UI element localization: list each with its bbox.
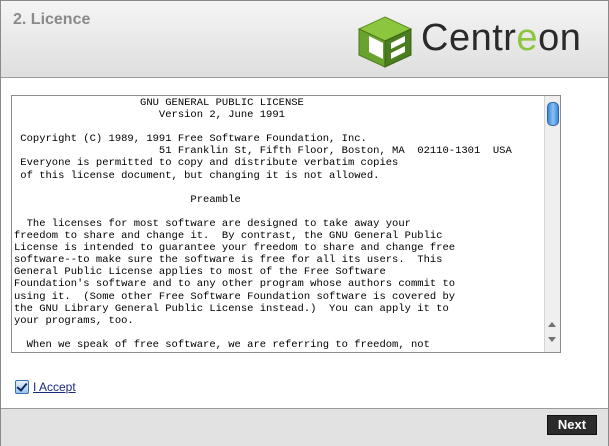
scroll-down-arrow-icon[interactable]	[548, 337, 556, 342]
license-textarea[interactable]: GNU GENERAL PUBLIC LICENSE Version 2, Ju…	[11, 95, 561, 353]
header: 2. Licence Centreon	[1, 1, 608, 78]
centreon-logo-icon	[357, 16, 413, 68]
accept-label[interactable]: I Accept	[33, 380, 76, 394]
accept-control[interactable]: I Accept	[15, 379, 76, 395]
scrollbar-thumb[interactable]	[547, 102, 559, 126]
setup-window: 2. Licence Centreon GNU GENERAL PUBLIC L…	[0, 0, 609, 446]
license-text: GNU GENERAL PUBLIC LICENSE Version 2, Ju…	[14, 97, 512, 351]
logo-text-suffix: on	[538, 17, 582, 59]
license-scrollbar[interactable]	[544, 96, 560, 352]
logo-text-prefix: Centr	[421, 17, 517, 59]
logo-text-highlight: e	[516, 17, 539, 59]
next-button[interactable]: Next	[547, 415, 597, 435]
logo-text: Centreon	[421, 17, 581, 60]
accept-checkbox[interactable]	[15, 380, 29, 394]
centreon-logo: Centreon	[355, 15, 599, 69]
footer-bar: Next	[1, 408, 608, 446]
scroll-up-arrow-icon[interactable]	[548, 322, 556, 327]
step-title: 2. Licence	[13, 11, 91, 28]
